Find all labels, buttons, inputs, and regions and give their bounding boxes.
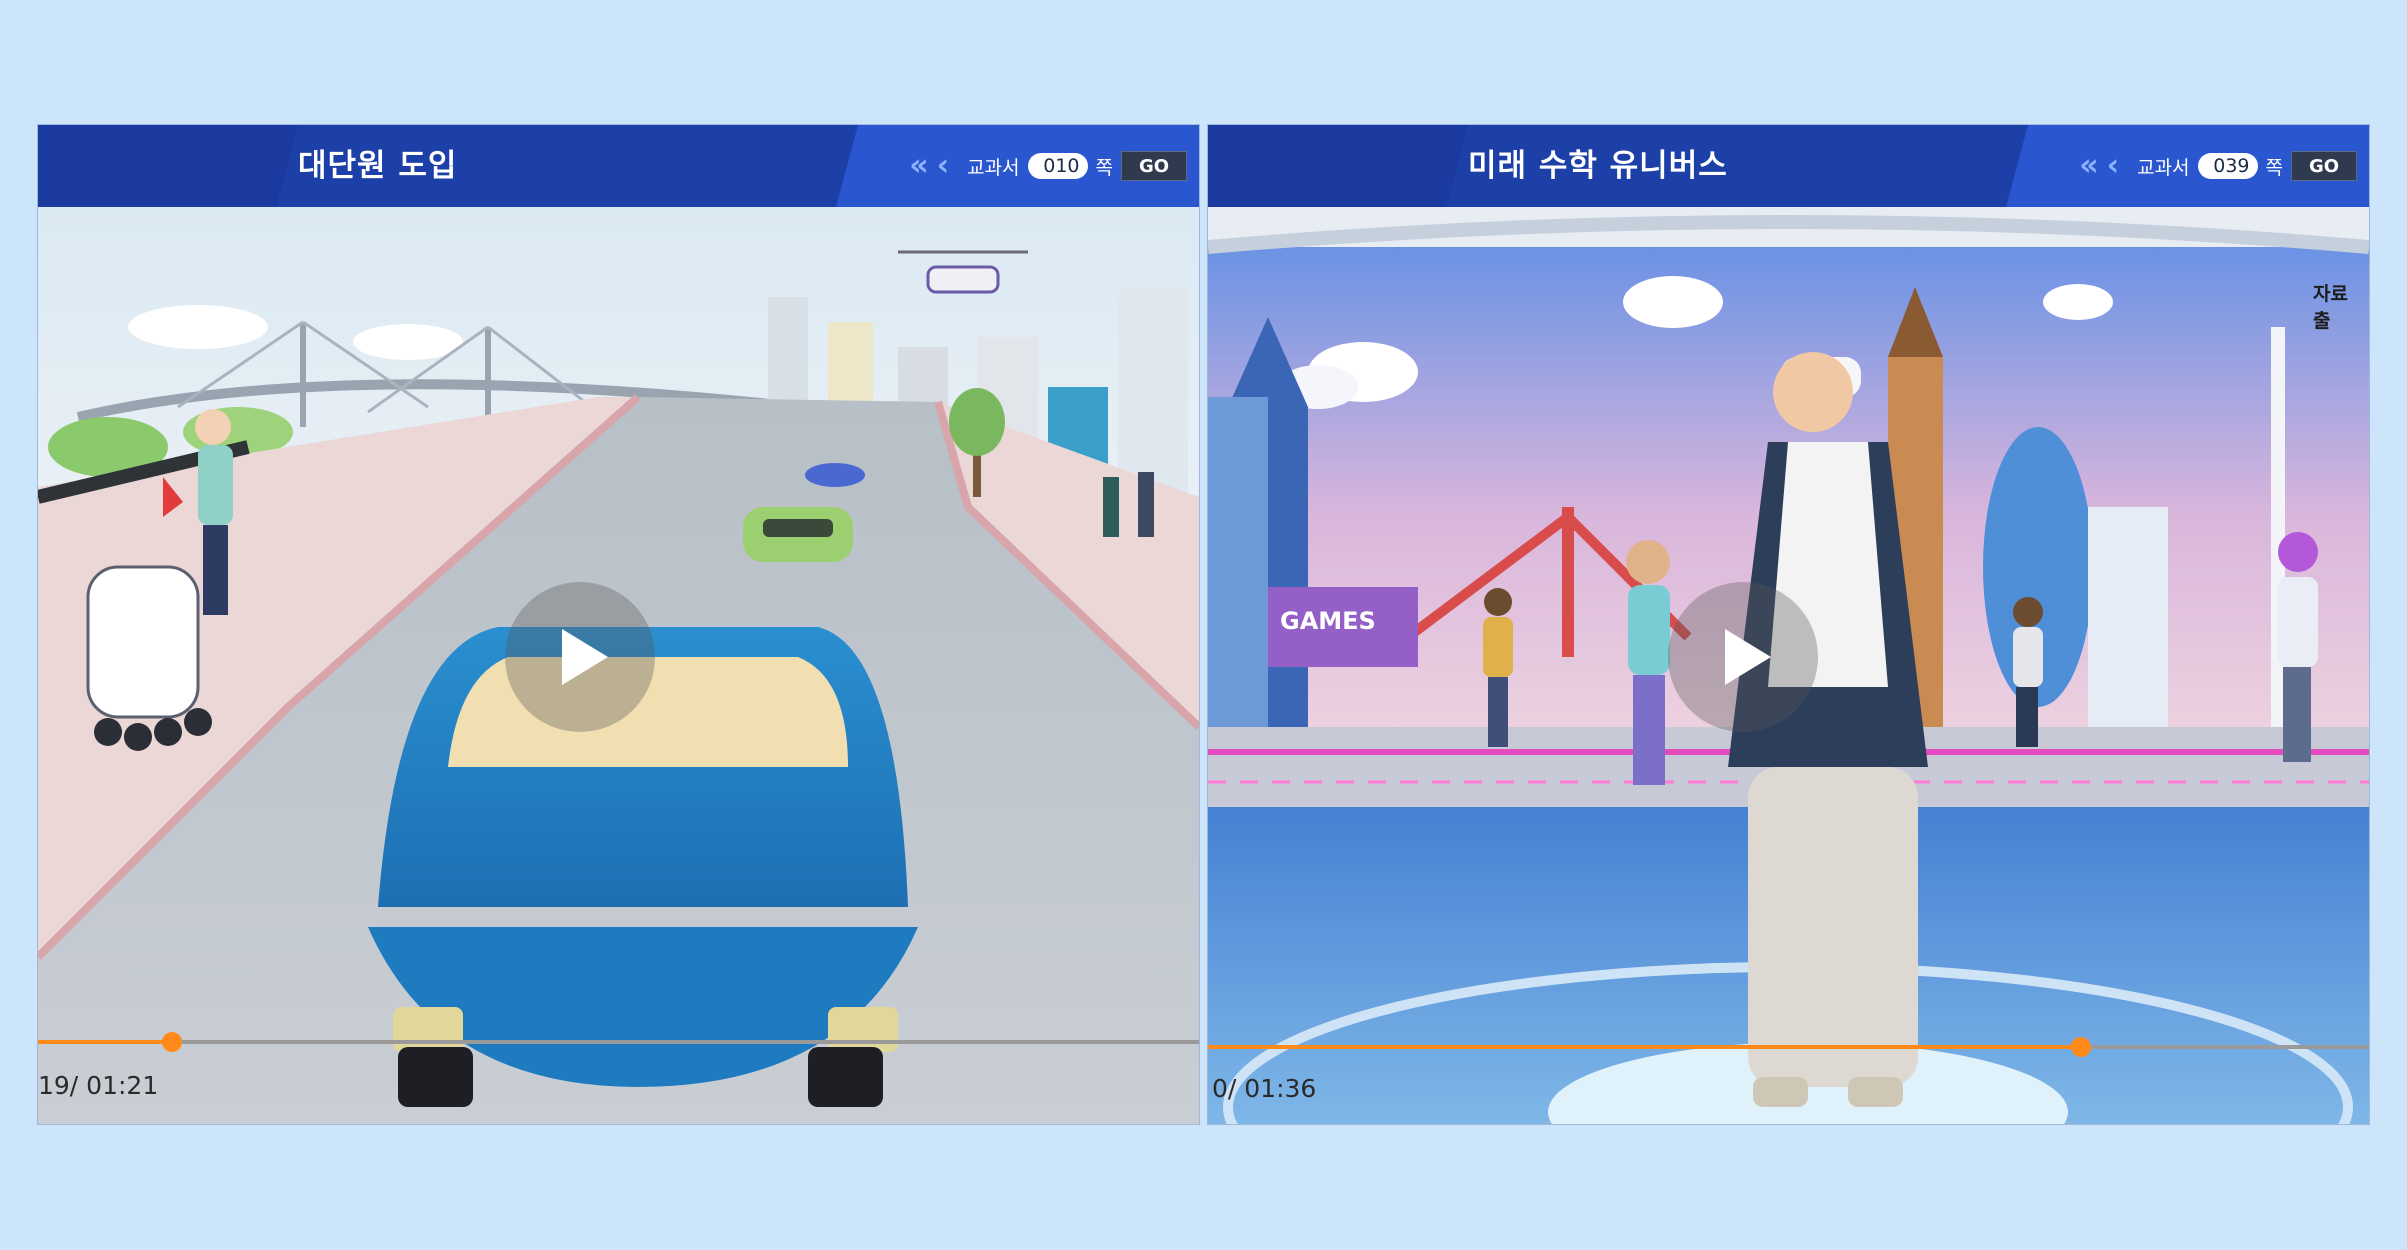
video-panel-right: 미래 수학 유니버스 « ‹ 교과서 쪽 GO (1208, 125, 2369, 1124)
panel-title: 대단원 도입 (298, 148, 458, 184)
progress-handle[interactable] (2071, 1037, 2092, 1057)
prev-page-icon[interactable]: ‹ (937, 151, 949, 181)
play-button[interactable] (505, 582, 655, 732)
first-page-icon[interactable]: « (909, 151, 928, 181)
header-tab-accent (1208, 125, 1468, 207)
play-icon (562, 629, 608, 685)
progress-handle[interactable] (161, 1032, 182, 1052)
panel-title: 미래 수학 유니버스 (1468, 148, 1728, 184)
progress-fill (38, 1040, 172, 1044)
video-panel-left: 대단원 도입 « ‹ 교과서 쪽 GO (38, 125, 1199, 1124)
play-icon (1725, 629, 1771, 685)
panel-header: 미래 수학 유니버스 « ‹ 교과서 쪽 GO (1208, 125, 2369, 207)
games-sign: GAMES (1280, 607, 1376, 635)
page-unit-label: 쪽 (2265, 156, 2283, 179)
go-button[interactable]: GO (1121, 151, 1187, 181)
video-frame[interactable]: 19/ 01:21 (38, 207, 1199, 1124)
go-button[interactable]: GO (2291, 151, 2357, 181)
header-tab-accent (38, 125, 298, 207)
time-display: 0/ 01:36 (1212, 1074, 1317, 1103)
progress-fill (1208, 1045, 2082, 1049)
page-navigation: « ‹ 교과서 쪽 GO (909, 125, 1187, 207)
page-unit-label: 쪽 (1095, 156, 1113, 179)
time-display: 19/ 01:21 (38, 1071, 159, 1100)
progress-bar[interactable] (1208, 1037, 2369, 1057)
textbook-label: 교과서 (967, 156, 1020, 179)
page-number-input[interactable] (1027, 153, 1088, 179)
video-frame[interactable]: GAMES 자료 출 0/ 01:36 (1208, 207, 2369, 1124)
page-number-input[interactable] (2197, 153, 2258, 179)
prev-page-icon[interactable]: ‹ (2107, 151, 2119, 181)
textbook-label: 교과서 (2137, 156, 2190, 179)
corner-overlay-text: 자료 출 (2313, 283, 2348, 332)
play-button[interactable] (1668, 582, 1818, 732)
page-navigation: « ‹ 교과서 쪽 GO (2079, 125, 2357, 207)
progress-bar[interactable] (38, 1032, 1199, 1052)
panel-header: 대단원 도입 « ‹ 교과서 쪽 GO (38, 125, 1199, 207)
first-page-icon[interactable]: « (2079, 151, 2098, 181)
